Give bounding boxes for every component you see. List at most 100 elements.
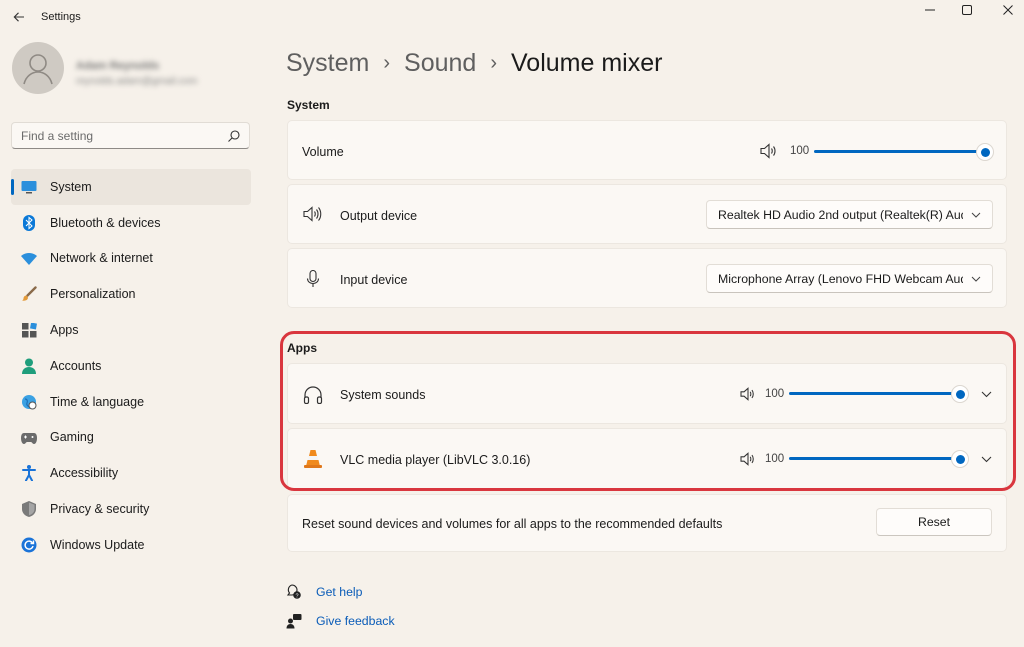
minimize-button[interactable] [912,0,948,20]
close-icon [1003,5,1013,15]
sidebar-item-label: Apps [50,323,79,338]
accessibility-icon [21,465,37,482]
accounts-icon [21,358,37,374]
slider-track [814,150,985,153]
breadcrumb-separator: › [383,51,391,74]
sidebar-item-network[interactable]: Network & internet [11,241,251,277]
profile-email: reynolds.adam@gmail.com [76,76,198,87]
input-device-dropdown[interactable]: Microphone Array (Lenovo FHD Webcam Audi… [706,264,993,293]
breadcrumb: System › Sound › Volume mixer [286,46,662,80]
person-icon [23,54,53,85]
expand-button[interactable] [975,383,997,405]
give-feedback-link[interactable]: Give feedback [286,613,395,629]
input-device-card: Input device Microphone Array (Lenovo FH… [287,248,1007,308]
sidebar-item-system[interactable]: System [11,169,251,205]
volume-label: Volume [302,145,344,159]
sidebar-item-label: System [50,179,92,194]
search-input[interactable] [21,128,221,144]
sidebar-item-label: Network & internet [50,251,153,266]
breadcrumb-separator: › [490,51,497,74]
slider-thumb[interactable] [976,143,994,161]
search-box[interactable] [11,122,250,149]
apps-section-title: Apps [287,341,317,355]
sidebar-item-privacy-security[interactable]: Privacy & security [11,491,251,527]
sidebar-item-label: Privacy & security [50,502,150,517]
chevron-down-icon [981,391,991,398]
get-help-label: Get help [316,585,363,599]
page-title: Volume mixer [511,48,663,77]
sidebar-item-windows-update[interactable]: Windows Update [11,527,251,563]
output-device-label: Output device [340,209,418,223]
sidebar-item-personalization[interactable]: Personalization [11,276,251,312]
app-row-vlc: VLC media player (LibVLC 3.0.16) 100 [287,428,1007,489]
apps-icon [21,322,37,338]
help-icon: ? [286,584,301,599]
sidebar-item-label: Accounts [50,358,102,373]
output-device-selected: Realtek HD Audio 2nd output (Realtek(R) … [718,208,963,222]
sidebar-item-accounts[interactable]: Accounts [11,348,251,384]
reset-button[interactable]: Reset [876,508,992,536]
input-device-selected: Microphone Array (Lenovo FHD Webcam Audi… [718,272,963,286]
gamepad-icon [21,430,37,446]
sidebar-item-bluetooth[interactable]: Bluetooth & devices [11,205,251,241]
slider-thumb[interactable] [951,450,969,468]
app-name: VLC media player (LibVLC 3.0.16) [340,453,531,467]
sidebar-nav: System Bluetooth & devices Network & int… [11,169,251,563]
speaker-icon [302,203,324,225]
volume-slider[interactable] [814,143,994,161]
breadcrumb-sound[interactable]: Sound [404,49,476,78]
sidebar-item-gaming[interactable]: Gaming [11,420,251,456]
slider-thumb[interactable] [951,385,969,403]
update-icon [21,537,37,553]
feedback-icon [286,614,302,629]
app-volume-value: 100 [765,388,785,400]
sidebar-item-apps[interactable]: Apps [11,312,251,348]
expand-button[interactable] [975,448,997,470]
sidebar-item-accessibility[interactable]: Accessibility [11,455,251,491]
volume-card: Volume 100 [287,120,1007,180]
chevron-down-icon [971,212,981,218]
maximize-icon [962,5,972,15]
sidebar-item-label: Personalization [50,287,136,302]
wifi-icon [21,251,37,267]
user-profile[interactable]: Adam Reynolds reynolds.adam@gmail.com [12,42,252,102]
title-bar: Settings [0,0,1024,34]
app-volume-slider[interactable] [789,450,969,468]
headphones-icon [302,384,324,406]
speaker-icon[interactable] [760,143,778,159]
profile-name: Adam Reynolds [76,60,160,72]
sidebar-item-label: Windows Update [50,537,145,552]
sidebar-item-label: Bluetooth & devices [50,215,161,230]
vlc-icon [302,448,324,470]
chevron-down-icon [971,276,981,282]
microphone-icon [302,268,324,290]
speaker-icon[interactable] [740,387,756,401]
breadcrumb-system[interactable]: System [286,49,369,78]
sidebar-item-time-language[interactable]: Time & language [11,384,251,420]
globe-icon [21,394,37,410]
close-button[interactable] [990,0,1024,20]
output-device-card: Output device Realtek HD Audio 2nd outpu… [287,184,1007,244]
chevron-down-icon [981,456,991,463]
sidebar-item-label: Gaming [50,430,94,445]
avatar [12,42,64,94]
back-button[interactable] [8,6,30,28]
minimize-icon [925,9,935,11]
app-volume-slider[interactable] [789,385,969,403]
output-device-dropdown[interactable]: Realtek HD Audio 2nd output (Realtek(R) … [706,200,993,229]
back-arrow-icon [13,12,24,22]
volume-value: 100 [790,145,810,157]
sidebar-item-label: Accessibility [50,466,119,481]
app-title: Settings [41,11,81,23]
slider-track [789,457,960,460]
slider-track [789,392,960,395]
brush-icon [21,286,37,302]
maximize-button[interactable] [949,0,985,20]
app-name: System sounds [340,388,426,402]
shield-icon [21,501,37,518]
system-icon [21,179,37,195]
app-row-system-sounds: System sounds 100 [287,363,1007,424]
speaker-icon[interactable] [740,452,756,466]
app-volume-value: 100 [765,453,785,465]
get-help-link[interactable]: ? Get help [286,584,363,600]
